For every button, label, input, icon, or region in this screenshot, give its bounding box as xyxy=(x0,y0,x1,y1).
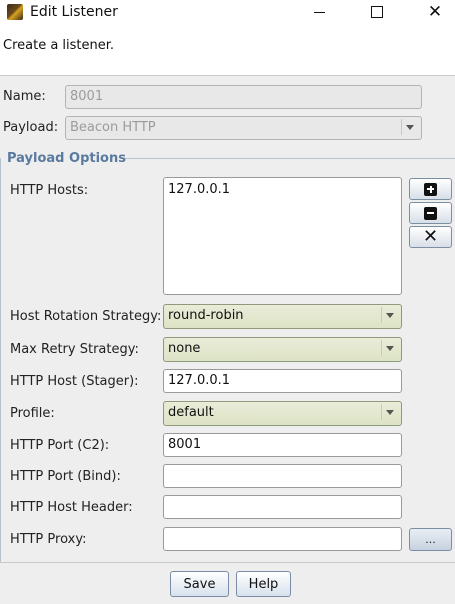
plus-square-icon xyxy=(424,182,437,196)
proxy-settings-button[interactable]: ... xyxy=(409,528,452,551)
http-host-header-field[interactable] xyxy=(163,495,402,519)
help-button[interactable]: Help xyxy=(236,571,291,597)
x-icon: ✕ xyxy=(422,226,439,247)
host-rotation-select[interactable]: round-robin xyxy=(163,304,402,329)
group-divider xyxy=(124,158,455,159)
title-bar: Edit Listener ✕ xyxy=(0,0,455,24)
add-host-button[interactable] xyxy=(409,178,452,200)
host-rotation-value: round-robin xyxy=(168,308,244,323)
http-hosts-list[interactable]: 127.0.0.1 xyxy=(163,177,402,295)
footer-divider xyxy=(0,562,455,563)
description-panel: Create a listener. xyxy=(0,24,455,76)
payload-select[interactable]: Beacon HTTP xyxy=(65,116,422,140)
close-icon: ✕ xyxy=(427,1,443,22)
http-host-stager-field[interactable]: 127.0.0.1 xyxy=(163,369,402,393)
http-port-c2-field[interactable]: 8001 xyxy=(163,433,402,457)
minus-square-icon xyxy=(424,206,437,220)
minimize-button[interactable] xyxy=(296,0,342,24)
profile-value: default xyxy=(168,405,214,420)
maximize-icon xyxy=(371,6,383,18)
clear-hosts-button[interactable]: ✕ xyxy=(409,226,452,248)
close-button[interactable]: ✕ xyxy=(412,0,455,24)
maximize-button[interactable] xyxy=(354,0,400,24)
profile-select[interactable]: default xyxy=(163,401,402,426)
payload-label: Payload: xyxy=(3,120,59,135)
http-hosts-label: HTTP Hosts: xyxy=(10,183,89,198)
remove-host-button[interactable] xyxy=(409,202,452,224)
http-host-stager-label: HTTP Host (Stager): xyxy=(10,374,139,389)
chevron-down-icon xyxy=(381,307,398,323)
chevron-down-icon xyxy=(401,119,418,135)
http-port-bind-label: HTTP Port (Bind): xyxy=(10,469,121,484)
http-port-c2-label: HTTP Port (C2): xyxy=(10,438,110,453)
name-label: Name: xyxy=(3,89,46,104)
description-text: Create a listener. xyxy=(3,38,115,53)
chevron-down-icon xyxy=(381,404,398,420)
save-button[interactable]: Save xyxy=(170,571,229,597)
payload-options-title: Payload Options xyxy=(7,151,126,166)
name-field[interactable]: 8001 xyxy=(65,85,422,109)
chevron-down-icon xyxy=(381,340,398,356)
window-title: Edit Listener xyxy=(30,4,118,20)
payload-value: Beacon HTTP xyxy=(70,120,156,135)
http-proxy-label: HTTP Proxy: xyxy=(10,532,87,547)
host-rotation-label: Host Rotation Strategy: xyxy=(10,309,162,324)
max-retry-select[interactable]: none xyxy=(163,337,402,362)
http-proxy-field[interactable] xyxy=(163,527,402,551)
max-retry-value: none xyxy=(168,341,201,356)
max-retry-label: Max Retry Strategy: xyxy=(10,342,139,357)
http-port-bind-field[interactable] xyxy=(163,464,402,488)
group-border xyxy=(0,158,1,562)
profile-label: Profile: xyxy=(10,406,55,421)
list-item[interactable]: 127.0.0.1 xyxy=(168,181,397,198)
http-host-header-label: HTTP Host Header: xyxy=(10,500,133,515)
app-icon xyxy=(7,4,23,20)
minimize-icon xyxy=(313,11,325,13)
